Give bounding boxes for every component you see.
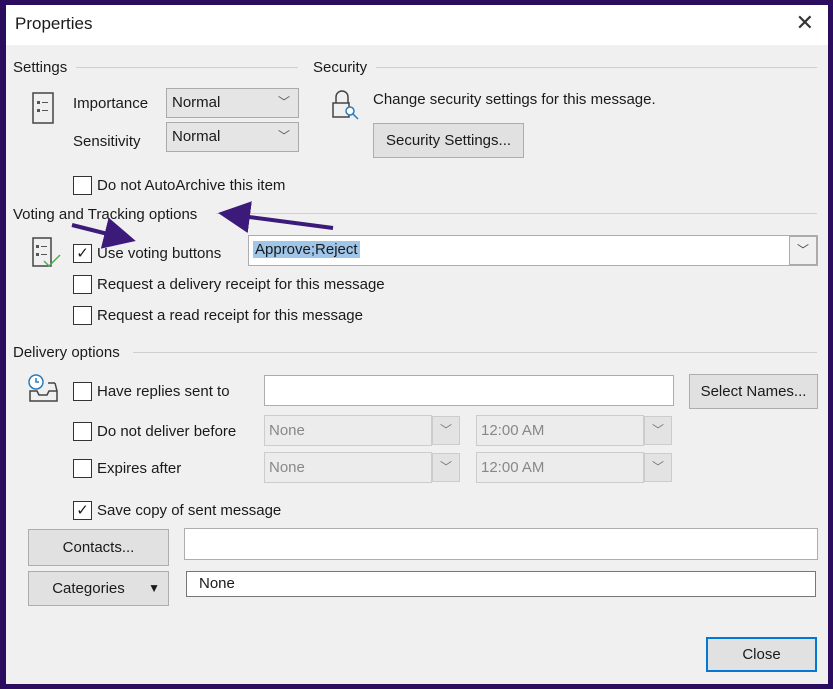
- annotation-arrow: [71, 217, 136, 249]
- annotation-arrow: [218, 201, 334, 233]
- annotation-arrows: [71, 201, 334, 249]
